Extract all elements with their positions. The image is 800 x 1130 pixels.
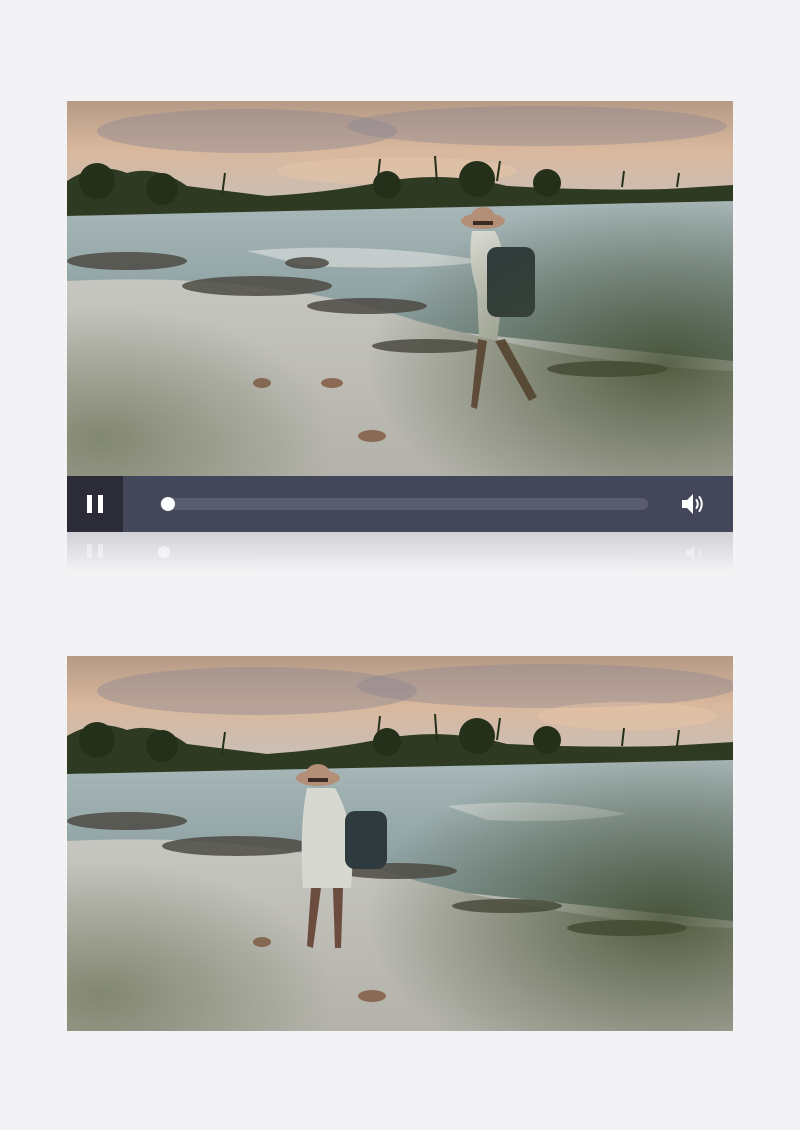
- progress-handle[interactable]: [161, 497, 175, 511]
- video-frame-bottom: [67, 656, 733, 1031]
- volume-button[interactable]: [679, 490, 707, 518]
- progress-handle-reflection: [158, 546, 170, 558]
- progress-bar[interactable]: [160, 497, 648, 511]
- beach-scene-standing: [67, 656, 733, 1031]
- volume-icon: [682, 494, 703, 514]
- video-control-bar: [67, 476, 733, 532]
- video-frame-top[interactable]: [67, 101, 733, 476]
- pause-button[interactable]: [67, 476, 123, 532]
- pause-icon-reflection: [87, 544, 103, 558]
- pause-icon: [87, 495, 103, 513]
- control-bar-reflection: [67, 532, 733, 572]
- volume-icon-reflection: [686, 545, 701, 561]
- beach-scene-walking: [67, 101, 733, 476]
